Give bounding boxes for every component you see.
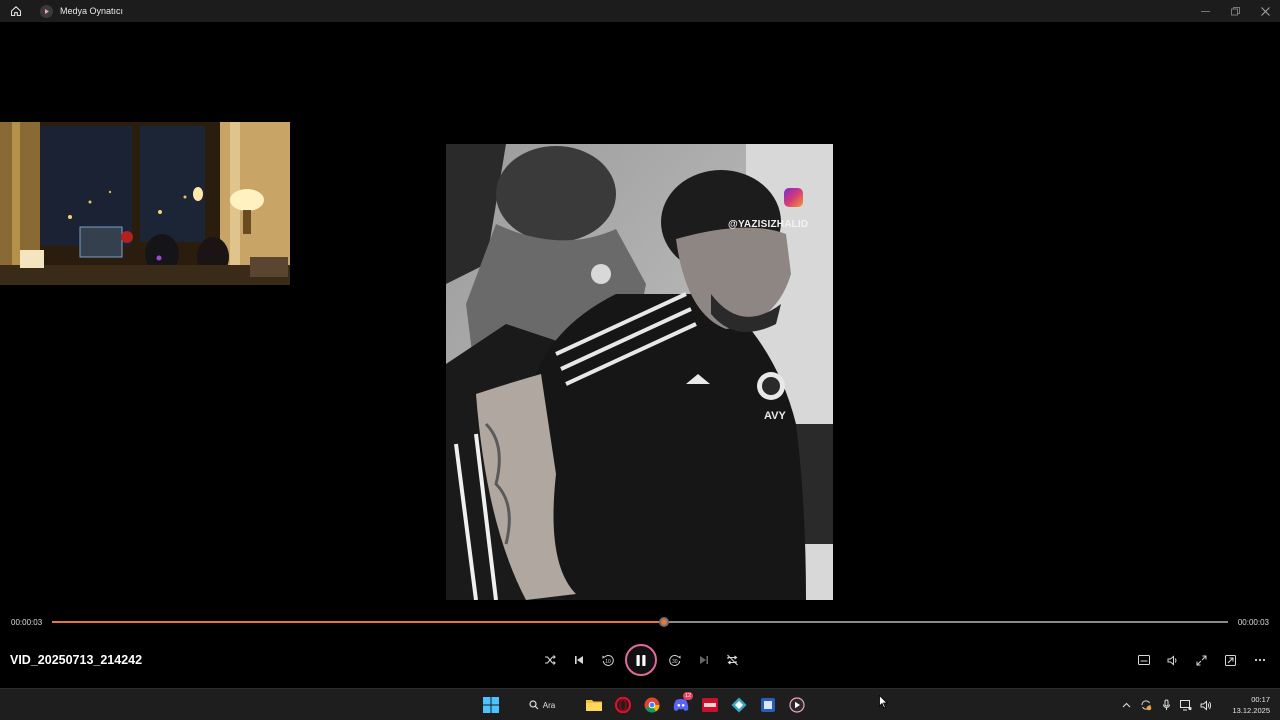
playback-controls: VID_20250713_214242 10 30 (0, 632, 1280, 688)
red-app-button[interactable] (695, 692, 724, 718)
discord-notification-badge: 12 (683, 692, 693, 700)
clock-date: 13.12.2025 (1232, 706, 1270, 715)
clock-time: 00:17 (1251, 695, 1270, 704)
forward-30-icon: 30 (668, 655, 680, 666)
teal-app-icon (731, 697, 746, 713)
repeat-off-button[interactable] (718, 643, 747, 677)
more-options-button[interactable] (1245, 643, 1274, 677)
volume-button[interactable] (1158, 643, 1187, 677)
teal-app-button[interactable] (724, 692, 753, 718)
discord-button[interactable]: 12 (666, 692, 695, 718)
video-watermark: @YAZISIZHALID (728, 219, 809, 230)
seek-bar-progress (52, 621, 664, 623)
chrome-icon (644, 697, 660, 713)
taskbar-apps: Ara 12 (476, 692, 811, 718)
window-controls (1190, 0, 1280, 22)
opera-button[interactable] (608, 692, 637, 718)
rewind-10-icon: 10 (602, 655, 614, 666)
forward-30-label: 30 (672, 659, 678, 665)
fullscreen-button[interactable] (1187, 643, 1216, 677)
network-icon[interactable] (1176, 692, 1196, 718)
shuffle-button[interactable] (535, 643, 564, 677)
minimize-button[interactable] (1190, 0, 1220, 22)
rewind-10-button[interactable]: 10 (593, 643, 622, 677)
home-icon[interactable] (9, 4, 23, 18)
seek-bar-thumb[interactable] (658, 617, 669, 627)
svg-text:AVY: AVY (764, 410, 786, 422)
seek-bar-row: 00:00:03 00:00:03 (0, 612, 1280, 632)
system-tray: 00:17 13.12.2025 (1116, 692, 1280, 718)
start-button[interactable] (476, 692, 505, 718)
media-player-icon (788, 697, 805, 713)
next-button[interactable] (689, 643, 718, 677)
maximize-button[interactable] (1220, 0, 1250, 22)
chrome-button[interactable] (637, 692, 666, 718)
seek-bar[interactable] (52, 617, 1228, 627)
subtitles-button[interactable] (1129, 643, 1158, 677)
previous-button[interactable] (564, 643, 593, 677)
transport-controls: 10 30 (535, 643, 747, 677)
forward-30-button[interactable]: 30 (660, 643, 689, 677)
pause-icon (636, 654, 646, 666)
video-canvas[interactable]: AVY @YAZISIZHALID (0, 22, 1280, 612)
taskbar-search[interactable]: Ara (512, 693, 572, 717)
show-hidden-icons-button[interactable] (1116, 692, 1136, 718)
opera-icon (614, 697, 631, 713)
pause-button[interactable] (625, 644, 657, 676)
blue-app-icon (760, 698, 775, 712)
total-time: 00:00:03 (1237, 618, 1269, 627)
blue-app-button[interactable] (753, 692, 782, 718)
close-button[interactable] (1250, 0, 1280, 22)
clock[interactable]: 00:17 13.12.2025 (1220, 694, 1270, 716)
search-label: Ara (542, 700, 556, 710)
skip-previous-icon (574, 656, 583, 664)
secondary-controls (1129, 643, 1274, 677)
mini-player-button[interactable] (1216, 643, 1245, 677)
windows-icon (482, 697, 499, 713)
folder-icon (585, 700, 602, 711)
mini-player-icon (1225, 654, 1236, 666)
sync-icon (1141, 700, 1152, 711)
title-bar: Medya Oynatıcı (0, 0, 1280, 22)
rewind-10-label: 10 (605, 659, 611, 665)
file-explorer-button[interactable] (579, 692, 608, 718)
volume-icon (1167, 654, 1176, 666)
volume-tray-icon[interactable] (1196, 692, 1216, 718)
subtitles-icon (1137, 655, 1150, 665)
sync-status-icon[interactable] (1136, 692, 1156, 718)
red-app-icon (701, 698, 718, 712)
cursor-arrow-icon (879, 694, 888, 709)
more-icon (1254, 658, 1265, 662)
skip-next-icon (699, 656, 708, 664)
mouse-cursor (879, 694, 888, 714)
media-player-app-icon (40, 4, 53, 18)
video-frame: AVY @YAZISIZHALID (446, 144, 833, 600)
media-player-taskbar-button[interactable] (782, 692, 811, 718)
chevron-up-icon (1122, 702, 1130, 708)
fullscreen-icon (1196, 655, 1207, 665)
shuffle-icon (544, 655, 556, 665)
search-icon (529, 700, 539, 710)
file-name: VID_20250713_214242 (10, 653, 143, 667)
current-time: 00:00:03 (11, 618, 43, 627)
microphone-icon[interactable] (1156, 692, 1176, 718)
instagram-icon (784, 188, 803, 207)
discord-icon (673, 699, 688, 711)
webcam-overlay (0, 122, 290, 285)
taskbar: Ara 12 00:17 13.12.2025 (0, 688, 1280, 720)
window-title: Medya Oynatıcı (60, 6, 124, 16)
repeat-off-icon (727, 654, 738, 666)
